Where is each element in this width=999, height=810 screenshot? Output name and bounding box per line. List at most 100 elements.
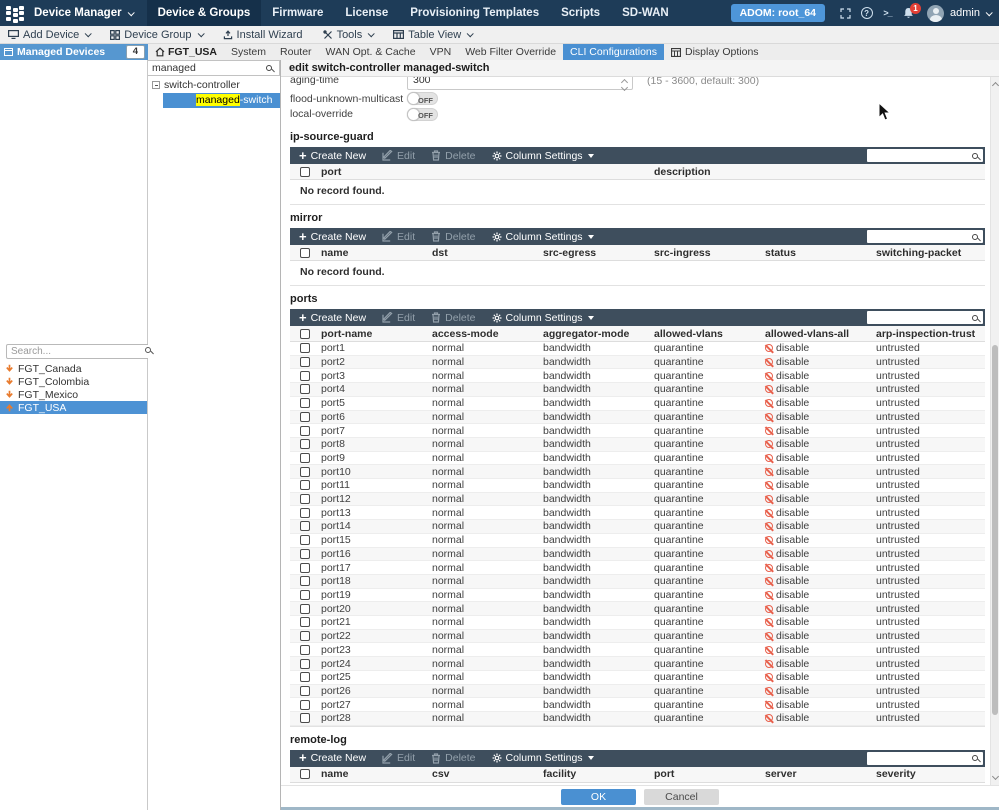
column-header[interactable]: allowed-vlans-all xyxy=(763,328,874,340)
table-row[interactable]: port13 normal bandwidth quarantine disab… xyxy=(290,506,985,520)
table-row[interactable]: port5 normal bandwidth quarantine disabl… xyxy=(290,397,985,411)
cli-console-icon[interactable]: >_ xyxy=(877,8,898,18)
row-checkbox[interactable] xyxy=(300,426,310,436)
cancel-button[interactable]: Cancel xyxy=(644,789,719,805)
table-row[interactable]: port25 normal bandwidth quarantine disab… xyxy=(290,671,985,685)
table-row[interactable]: port7 normal bandwidth quarantine disabl… xyxy=(290,424,985,438)
column-header[interactable]: allowed-vlans xyxy=(652,328,763,340)
table-row[interactable]: port22 normal bandwidth quarantine disab… xyxy=(290,630,985,644)
edit-button[interactable]: Edit xyxy=(382,231,415,243)
device-row-fgt-usa[interactable]: FGT_USA xyxy=(0,401,147,414)
table-search-input[interactable] xyxy=(867,311,983,324)
tab-cli-configurations[interactable]: CLI Configurations xyxy=(563,44,664,60)
column-header[interactable]: src-ingress xyxy=(652,247,763,259)
column-settings-button[interactable]: Column Settings xyxy=(492,752,594,764)
menu-sdwan[interactable]: SD-WAN xyxy=(611,0,680,26)
column-header[interactable]: src-egress xyxy=(541,247,652,259)
table-search-input[interactable] xyxy=(867,149,983,162)
ok-button[interactable]: OK xyxy=(561,789,636,805)
tree-search-input[interactable] xyxy=(148,60,280,76)
select-all-checkbox[interactable] xyxy=(300,248,310,258)
adom-button[interactable]: ADOM: root_64 xyxy=(731,4,825,22)
aging-time-input[interactable] xyxy=(407,77,633,90)
row-checkbox[interactable] xyxy=(300,480,310,490)
table-row[interactable]: port16 normal bandwidth quarantine disab… xyxy=(290,548,985,562)
tree-node-switch-controller[interactable]: switch-controller xyxy=(148,76,280,92)
add-device-button[interactable]: Add Device xyxy=(8,29,90,41)
tab-system[interactable]: System xyxy=(224,44,273,60)
row-checkbox[interactable] xyxy=(300,453,310,463)
row-checkbox[interactable] xyxy=(300,672,310,682)
table-search-input[interactable] xyxy=(867,752,983,765)
table-row[interactable]: port14 normal bandwidth quarantine disab… xyxy=(290,520,985,534)
menu-device-groups[interactable]: Device & Groups xyxy=(147,0,262,26)
row-checkbox[interactable] xyxy=(300,521,310,531)
table-row[interactable]: port12 normal bandwidth quarantine disab… xyxy=(290,493,985,507)
row-checkbox[interactable] xyxy=(300,549,310,559)
scroll-up-arrow[interactable] xyxy=(992,82,999,89)
delete-button[interactable]: Delete xyxy=(431,752,475,764)
table-row[interactable]: port19 normal bandwidth quarantine disab… xyxy=(290,589,985,603)
flood-unknown-multicast-toggle[interactable]: OFF xyxy=(407,92,438,105)
row-checkbox[interactable] xyxy=(300,713,310,723)
user-menu[interactable]: admin xyxy=(950,7,991,19)
column-header[interactable]: port xyxy=(652,768,763,780)
table-row[interactable]: port28 normal bandwidth quarantine disab… xyxy=(290,712,985,726)
column-header[interactable]: access-mode xyxy=(430,328,541,340)
scroll-down-arrow[interactable] xyxy=(992,773,999,780)
menu-scripts[interactable]: Scripts xyxy=(550,0,611,26)
delete-button[interactable]: Delete xyxy=(431,312,475,324)
select-all-checkbox[interactable] xyxy=(300,769,310,779)
install-wizard-button[interactable]: Install Wizard xyxy=(223,29,303,41)
row-checkbox[interactable] xyxy=(300,494,310,504)
local-override-toggle[interactable]: OFF xyxy=(407,108,438,121)
row-checkbox[interactable] xyxy=(300,371,310,381)
table-row[interactable]: port9 normal bandwidth quarantine disabl… xyxy=(290,452,985,466)
row-checkbox[interactable] xyxy=(300,535,310,545)
table-view-button[interactable]: Table View xyxy=(393,29,472,41)
table-row[interactable]: port20 normal bandwidth quarantine disab… xyxy=(290,602,985,616)
managed-devices-header[interactable]: Managed Devices 4 xyxy=(0,44,148,60)
row-checkbox[interactable] xyxy=(300,631,310,641)
notifications-bell-icon[interactable]: 1 xyxy=(898,7,919,19)
tab-device-name[interactable]: FGT_USA xyxy=(148,44,224,60)
delete-button[interactable]: Delete xyxy=(431,231,475,243)
tab-web-filter-override[interactable]: Web Filter Override xyxy=(458,44,563,60)
row-checkbox[interactable] xyxy=(300,508,310,518)
column-header[interactable]: csv xyxy=(430,768,541,780)
fullscreen-icon[interactable] xyxy=(835,8,856,19)
column-settings-button[interactable]: Column Settings xyxy=(492,150,594,162)
column-header[interactable]: switching-packet xyxy=(874,247,985,259)
row-checkbox[interactable] xyxy=(300,700,310,710)
column-header[interactable]: name xyxy=(319,247,430,259)
menu-provisioning-templates[interactable]: Provisioning Templates xyxy=(399,0,550,26)
row-checkbox[interactable] xyxy=(300,384,310,394)
device-manager-menu[interactable]: Device Manager xyxy=(30,0,147,26)
table-row[interactable]: port26 normal bandwidth quarantine disab… xyxy=(290,685,985,699)
row-checkbox[interactable] xyxy=(300,659,310,669)
create-new-button[interactable]: +Create New xyxy=(299,231,366,243)
edit-button[interactable]: Edit xyxy=(382,312,415,324)
column-header[interactable]: arp-inspection-trust xyxy=(874,328,985,340)
create-new-button[interactable]: +Create New xyxy=(299,312,366,324)
select-all-checkbox[interactable] xyxy=(300,167,310,177)
table-row[interactable]: port10 normal bandwidth quarantine disab… xyxy=(290,465,985,479)
row-checkbox[interactable] xyxy=(300,576,310,586)
column-header[interactable]: aggregator-mode xyxy=(541,328,652,340)
delete-button[interactable]: Delete xyxy=(431,150,475,162)
row-checkbox[interactable] xyxy=(300,357,310,367)
table-row[interactable]: port18 normal bandwidth quarantine disab… xyxy=(290,575,985,589)
table-row[interactable]: port27 normal bandwidth quarantine disab… xyxy=(290,698,985,712)
edit-button[interactable]: Edit xyxy=(382,150,415,162)
column-header[interactable]: status xyxy=(763,247,874,259)
help-icon[interactable]: ? xyxy=(856,7,877,19)
table-row[interactable]: port21 normal bandwidth quarantine disab… xyxy=(290,616,985,630)
table-row[interactable]: port2 normal bandwidth quarantine disabl… xyxy=(290,356,985,370)
row-checkbox[interactable] xyxy=(300,686,310,696)
table-row[interactable]: port17 normal bandwidth quarantine disab… xyxy=(290,561,985,575)
table-row[interactable]: port1 normal bandwidth quarantine disabl… xyxy=(290,342,985,356)
table-row[interactable]: port24 normal bandwidth quarantine disab… xyxy=(290,657,985,671)
table-search-input[interactable] xyxy=(867,230,983,243)
tree-node-managed-switch[interactable]: managed-switch xyxy=(163,93,280,108)
create-new-button[interactable]: +Create New xyxy=(299,752,366,764)
